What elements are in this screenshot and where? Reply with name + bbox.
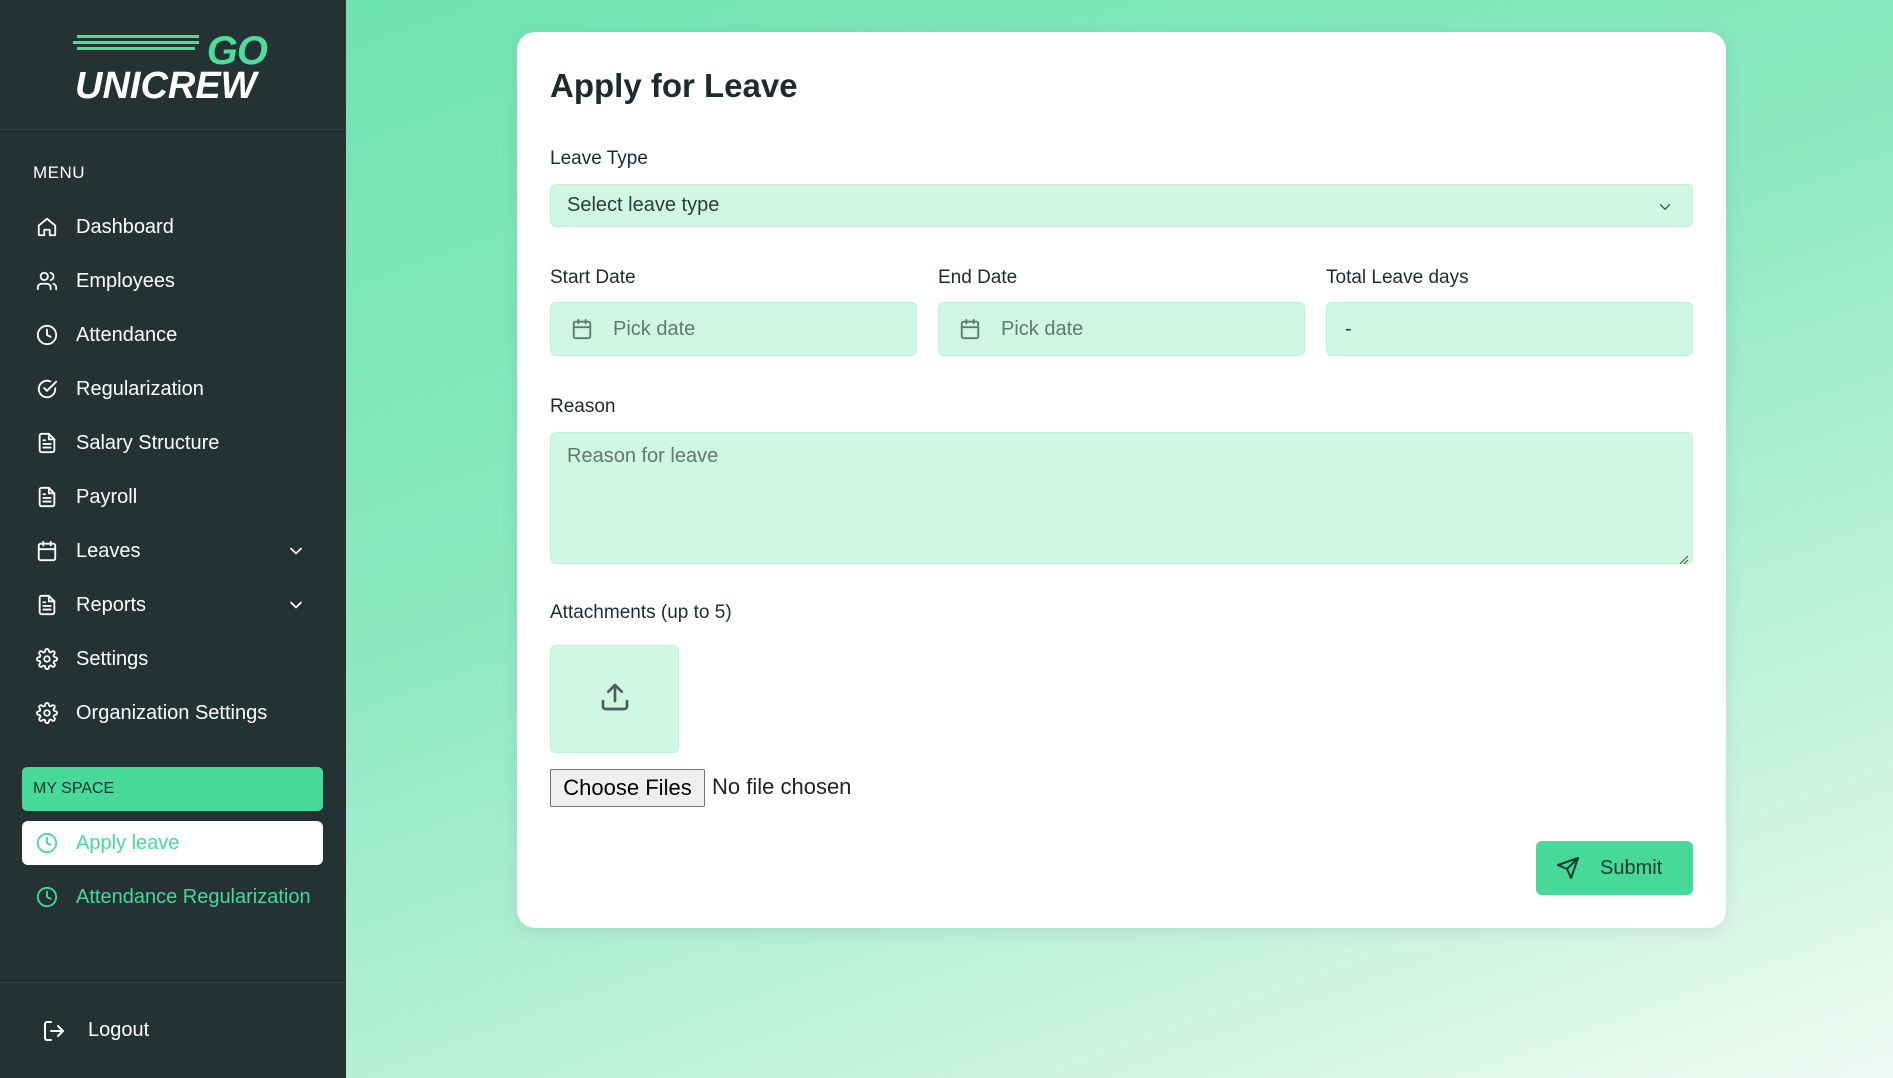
sidebar-item-label: Payroll [76, 485, 138, 508]
leave-type-select[interactable]: Select leave type [550, 184, 1693, 227]
myspace-header: MY SPACE [22, 767, 323, 811]
sidebar-item-label: Leaves [76, 539, 141, 562]
sidebar-item-label: Regularization [76, 377, 204, 400]
logo-name: UNICREW [75, 64, 257, 107]
clock-icon [36, 324, 58, 346]
clock-icon [36, 832, 58, 854]
page-title: Apply for Leave [550, 67, 798, 104]
reason-placeholder: Reason for leave [567, 445, 719, 467]
apply-leave-card: Apply for Leave Leave Type Select leave … [517, 32, 1726, 928]
check-circle-icon [36, 378, 58, 400]
total-days-label: Total Leave days [1326, 267, 1469, 288]
sidebar-item-label: Salary Structure [76, 431, 220, 454]
sidebar-item-organization-settings[interactable]: Organization Settings [22, 686, 324, 740]
end-date-placeholder: Pick date [1001, 317, 1084, 340]
sidebar-item-label: Apply leave [76, 831, 180, 854]
resize-grip-icon[interactable] [1677, 548, 1689, 565]
gear-icon [36, 702, 58, 724]
sidebar-item-dashboard[interactable]: Dashboard [22, 200, 324, 254]
chevron-down-icon[interactable] [286, 541, 306, 561]
submit-label: Submit [1600, 856, 1663, 879]
sidebar-item-attendance[interactable]: Attendance [22, 308, 324, 362]
no-file-text: No file chosen [712, 774, 852, 799]
end-date-picker[interactable]: Pick date [938, 302, 1305, 356]
sidebar-item-label: Settings [76, 647, 149, 670]
start-date-picker[interactable]: Pick date [550, 302, 917, 356]
submit-button[interactable]: Submit [1536, 841, 1693, 895]
leave-type-label: Leave Type [550, 148, 648, 169]
send-icon [1556, 856, 1580, 880]
sidebar-item-leaves[interactable]: Leaves [22, 524, 324, 578]
home-icon [36, 216, 58, 238]
total-days-field: - [1326, 302, 1693, 356]
calendar-icon [36, 540, 58, 562]
chevron-down-icon [1656, 198, 1674, 216]
sidebar-item-label: Employees [76, 269, 175, 292]
users-icon [36, 270, 58, 292]
sidebar-item-label: Organization Settings [76, 701, 268, 724]
sidebar-item-label: Attendance Regularization [76, 885, 311, 908]
sidebar-item-label: Reports [76, 593, 147, 616]
sidebar-item-regularization[interactable]: Regularization [22, 362, 324, 416]
choose-files-button[interactable]: Choose Files [550, 769, 705, 807]
chevron-down-icon[interactable] [286, 595, 306, 615]
logout-label: Logout [88, 1019, 150, 1041]
sidebar-nav: Dashboard Employees Attendance Regulariz… [22, 200, 324, 740]
sidebar-item-employees[interactable]: Employees [22, 254, 324, 308]
logo[interactable]: GO UNICREW [73, 25, 273, 107]
gear-icon [36, 648, 58, 670]
logout-button[interactable]: Logout [0, 982, 346, 1078]
menu-title: MENU [33, 163, 86, 182]
sidebar-item-label: Attendance [76, 323, 178, 346]
sidebar-item-apply-leave[interactable]: Apply leave [22, 821, 323, 865]
logout-icon [42, 1019, 66, 1043]
calendar-icon [959, 318, 981, 340]
sidebar-item-salary-structure[interactable]: Salary Structure [22, 416, 324, 470]
calendar-icon [571, 318, 593, 340]
total-days-value: - [1345, 317, 1352, 340]
upload-dropzone[interactable] [550, 645, 679, 753]
upload-icon [599, 681, 631, 718]
attachments-label: Attachments (up to 5) [550, 602, 732, 623]
file-icon [36, 594, 58, 616]
sidebar-item-attendance-regularization[interactable]: Attendance Regularization [22, 875, 323, 919]
logo-area: GO UNICREW [0, 0, 346, 130]
sidebar-item-label: Dashboard [76, 215, 174, 238]
sidebar: GO UNICREW MENU Dashboard Employees Atte… [0, 0, 346, 1078]
file-icon [36, 432, 58, 454]
leave-type-placeholder: Select leave type [567, 194, 720, 216]
file-icon [36, 486, 58, 508]
end-date-label: End Date [938, 267, 1018, 288]
sidebar-item-reports[interactable]: Reports [22, 578, 324, 632]
start-date-placeholder: Pick date [613, 317, 696, 340]
reason-textarea[interactable]: Reason for leave [550, 432, 1693, 565]
clock-icon [36, 886, 58, 908]
start-date-label: Start Date [550, 267, 636, 288]
reason-label: Reason [550, 396, 616, 417]
sidebar-item-settings[interactable]: Settings [22, 632, 324, 686]
sidebar-item-payroll[interactable]: Payroll [22, 470, 324, 524]
